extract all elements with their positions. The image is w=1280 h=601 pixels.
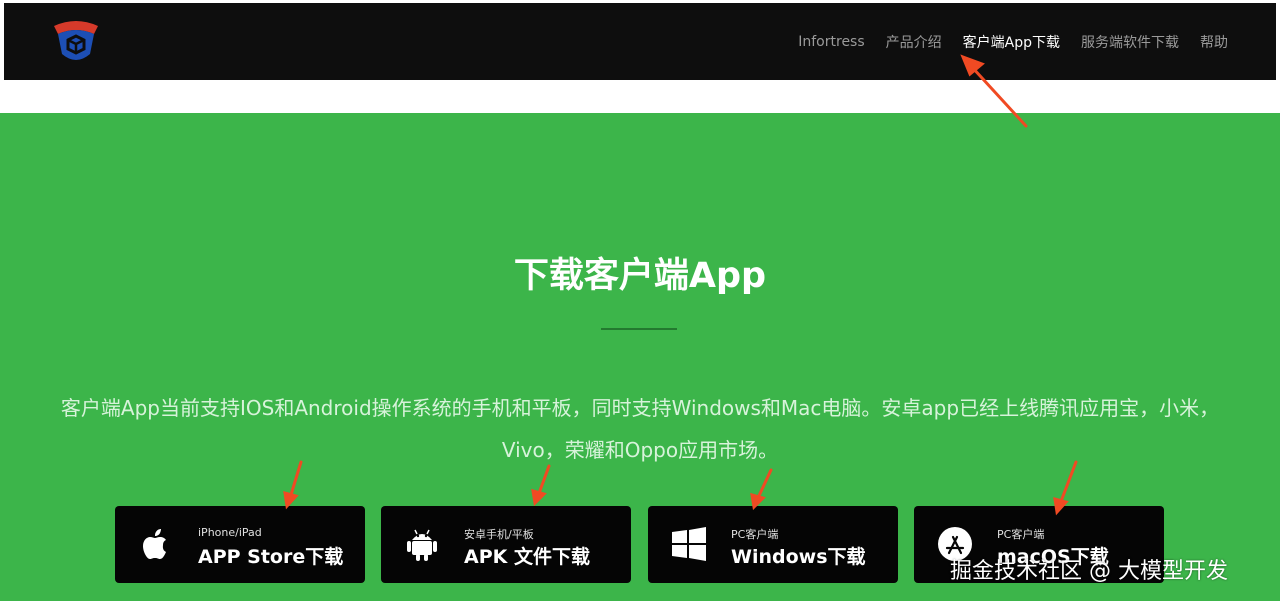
nav-link-server-download[interactable]: 服务端软件下载 [1081, 32, 1179, 52]
windows-icon [672, 527, 706, 561]
download-button-label: APK 文件下载 [464, 546, 590, 568]
download-platform-label: 安卓手机/平板 [464, 528, 534, 541]
download-platform-label: iPhone/iPad [198, 526, 262, 539]
download-platform-label: PC客户端 [731, 528, 779, 541]
nav-link-client-download[interactable]: 客户端App下载 [963, 32, 1060, 52]
page-title: 下载客户端App [513, 256, 767, 296]
app-store-download-button[interactable]: iPhone/iPad APP Store下载 [115, 506, 365, 583]
logo-icon[interactable] [50, 16, 102, 68]
hero-description: 客户端App当前支持IOS和Android操作系统的手机和平板，同时支持Wind… [60, 396, 1220, 462]
nav-links: Infortress 产品介绍 客户端App下载 服务端软件下载 帮助 [798, 3, 1228, 80]
apple-icon [143, 529, 166, 559]
top-navbar: Infortress 产品介绍 客户端App下载 服务端软件下载 帮助 [4, 3, 1276, 80]
apk-download-button[interactable]: 安卓手机/平板 APK 文件下载 [381, 506, 631, 583]
android-icon [407, 529, 437, 561]
download-hero-section: 下载客户端App 客户端App当前支持IOS和Android操作系统的手机和平板… [0, 113, 1280, 601]
windows-download-button[interactable]: PC客户端 Windows下载 [648, 506, 898, 583]
nav-link-product-intro[interactable]: 产品介绍 [886, 32, 942, 52]
title-divider [601, 328, 677, 330]
nav-link-infortress[interactable]: Infortress [798, 34, 864, 50]
download-platform-label: PC客户端 [997, 528, 1045, 541]
download-button-label: APP Store下载 [198, 546, 344, 568]
download-button-label: Windows下载 [731, 546, 866, 568]
watermark-text: 掘金技术社区 @ 大模型开发 [950, 559, 1228, 584]
nav-link-help[interactable]: 帮助 [1200, 32, 1228, 52]
